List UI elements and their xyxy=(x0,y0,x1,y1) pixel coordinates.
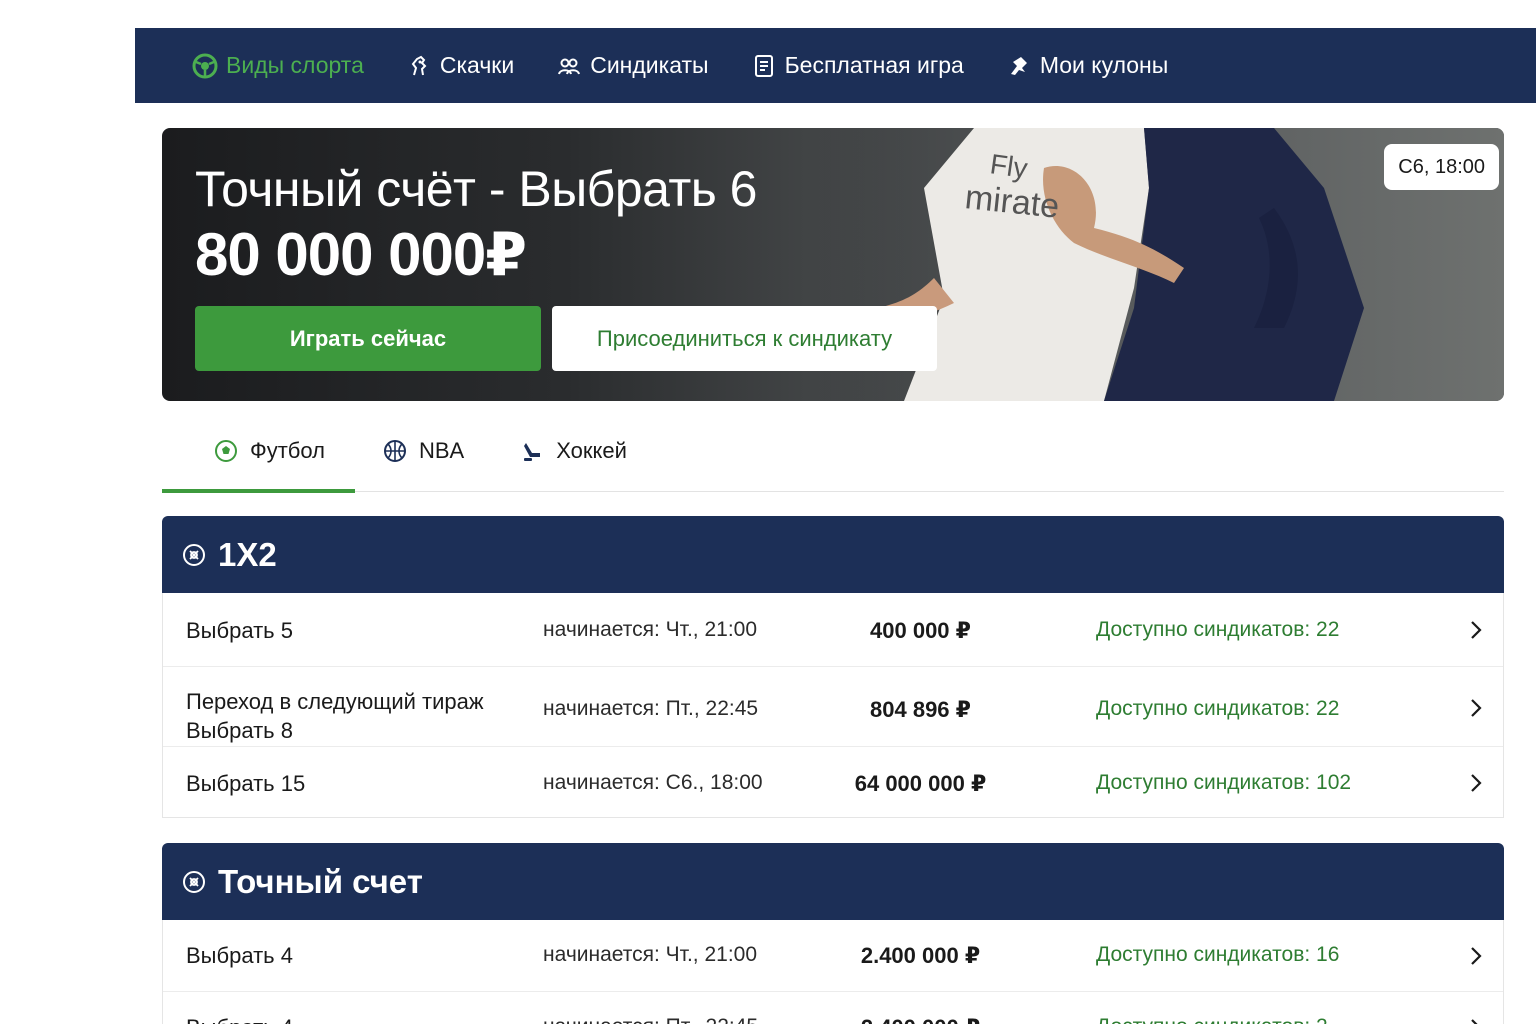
section-title: 1X2 xyxy=(218,535,277,573)
play-now-button[interactable]: Играть сейчас xyxy=(195,306,541,371)
join-syndicate-button[interactable]: Присоединиться к синдикату xyxy=(552,306,937,371)
coupon-icon xyxy=(1006,53,1032,79)
free-game-icon xyxy=(751,53,777,79)
tab-nba[interactable]: NBA xyxy=(355,410,492,492)
nav-item-label: Скачки xyxy=(439,52,515,78)
tab-football[interactable]: Футбол xyxy=(162,410,355,493)
chevron-right-icon xyxy=(1471,621,1482,639)
hero-title: Точный счёт - Выбрать 6 xyxy=(195,161,758,217)
basketball-icon xyxy=(383,439,407,463)
game-row[interactable]: Выбрать 4 начинается: Чт., 21:00 2.400 0… xyxy=(163,920,1503,992)
section-title: Точный счет xyxy=(218,862,423,900)
hero-banner: Fly mirate Точный счёт - Выбрать 6 80 00… xyxy=(162,128,1504,401)
football-icon xyxy=(182,543,206,567)
syndicates-available: Доступно синдикатов: 102 xyxy=(1096,771,1352,794)
game-prize: 2.400 000 ₽ xyxy=(813,1015,1028,1024)
game-start-time: начинается: Пт., 22:45 xyxy=(543,1015,758,1024)
chevron-right-icon xyxy=(1471,774,1482,792)
draw-date-badge: С6, 18:00 xyxy=(1384,144,1499,190)
game-name: Переход в следующий тираж Выбрать 8 xyxy=(186,687,484,745)
game-name: Выбрать 4 xyxy=(186,943,293,968)
game-prize: 64 000 000 ₽ xyxy=(854,771,987,796)
tab-label: Хоккей xyxy=(556,438,627,463)
game-row[interactable]: Выбрать 5 начинается: Чт., 21:00 400 000… xyxy=(163,593,1503,667)
syndicate-icon xyxy=(556,53,582,79)
sport-tabs: Футбол NBA Хоккей xyxy=(162,410,1504,493)
nav-item-free-game[interactable]: Бесплатная игра xyxy=(751,52,964,79)
nav-item-label: Синдикаты xyxy=(590,52,709,78)
game-row[interactable]: Переход в следующий тираж Выбрать 8 начи… xyxy=(163,667,1503,747)
game-start-time: начинается: Пт., 22:45 xyxy=(543,697,759,720)
chevron-right-icon xyxy=(1471,699,1482,717)
tab-label: NBA xyxy=(419,438,465,463)
syndicates-available: Доступно синдикатов: 22 xyxy=(1096,697,1340,720)
tab-hockey[interactable]: Хоккей xyxy=(492,410,655,492)
tab-label: Футбол xyxy=(250,438,325,463)
game-name: Выбрать 15 xyxy=(186,771,306,796)
game-prize: 804 896 ₽ xyxy=(870,697,971,722)
nav-item-label: Бесплатная игра xyxy=(784,52,964,78)
nav-item-label: Виды слорта xyxy=(226,52,364,78)
game-prize: 2.400 000 ₽ xyxy=(860,943,981,968)
chevron-right-icon xyxy=(1471,947,1482,965)
top-navigation: Виды слорта Скачки Синдикаты Бесплатная … xyxy=(135,28,1536,103)
sports-ball-icon xyxy=(192,53,218,79)
game-start-time: начинается: Чт., 21:00 xyxy=(543,618,758,641)
nav-item-my-coupons[interactable]: Мои кулоны xyxy=(1006,52,1168,79)
game-name: Выбрать 5 xyxy=(186,618,293,643)
game-prize: 400 000 ₽ xyxy=(870,618,971,643)
horse-racing-icon xyxy=(406,53,432,79)
game-list-1x2: Выбрать 5 начинается: Чт., 21:00 400 000… xyxy=(162,593,1504,818)
game-row[interactable]: Выбрать 4 начинается: Пт., 22:45 2.400 0… xyxy=(163,992,1503,1024)
game-start-time: начинается: С6., 18:00 xyxy=(543,771,763,794)
nav-item-label: Мои кулоны xyxy=(1039,52,1169,78)
section-header-exact-score: Точный счет xyxy=(162,843,1504,920)
chevron-right-icon xyxy=(1471,1019,1478,1024)
syndicates-available: Доступно синдикатов: 2 xyxy=(1096,1015,1328,1024)
game-name: Выбрать 4 xyxy=(186,1013,293,1024)
game-name-line-2: Выбрать 8 xyxy=(186,718,293,743)
game-row[interactable]: Выбрать 15 начинается: С6., 18:00 64 000… xyxy=(163,747,1503,817)
game-list-exact-score: Выбрать 4 начинается: Чт., 21:00 2.400 0… xyxy=(162,920,1504,1024)
section-header-1x2: 1X2 xyxy=(162,516,1504,593)
football-icon xyxy=(182,870,206,894)
syndicates-available: Доступно синдикатов: 16 xyxy=(1096,943,1340,966)
game-name-line-1: Переход в следующий тираж xyxy=(186,689,484,714)
game-start-time: начинается: Чт., 21:00 xyxy=(543,943,758,966)
jackpot-amount: 80 000 000₽ xyxy=(195,221,527,288)
syndicates-available: Доступно синдикатов: 22 xyxy=(1096,618,1340,641)
nav-item-horse-racing[interactable]: Скачки xyxy=(406,52,514,79)
nav-item-sports[interactable]: Виды слорта xyxy=(192,52,364,79)
football-icon xyxy=(214,439,238,463)
hockey-icon xyxy=(520,439,544,463)
nav-item-syndicates[interactable]: Синдикаты xyxy=(556,52,709,79)
svg-text:Fly: Fly xyxy=(988,148,1029,184)
